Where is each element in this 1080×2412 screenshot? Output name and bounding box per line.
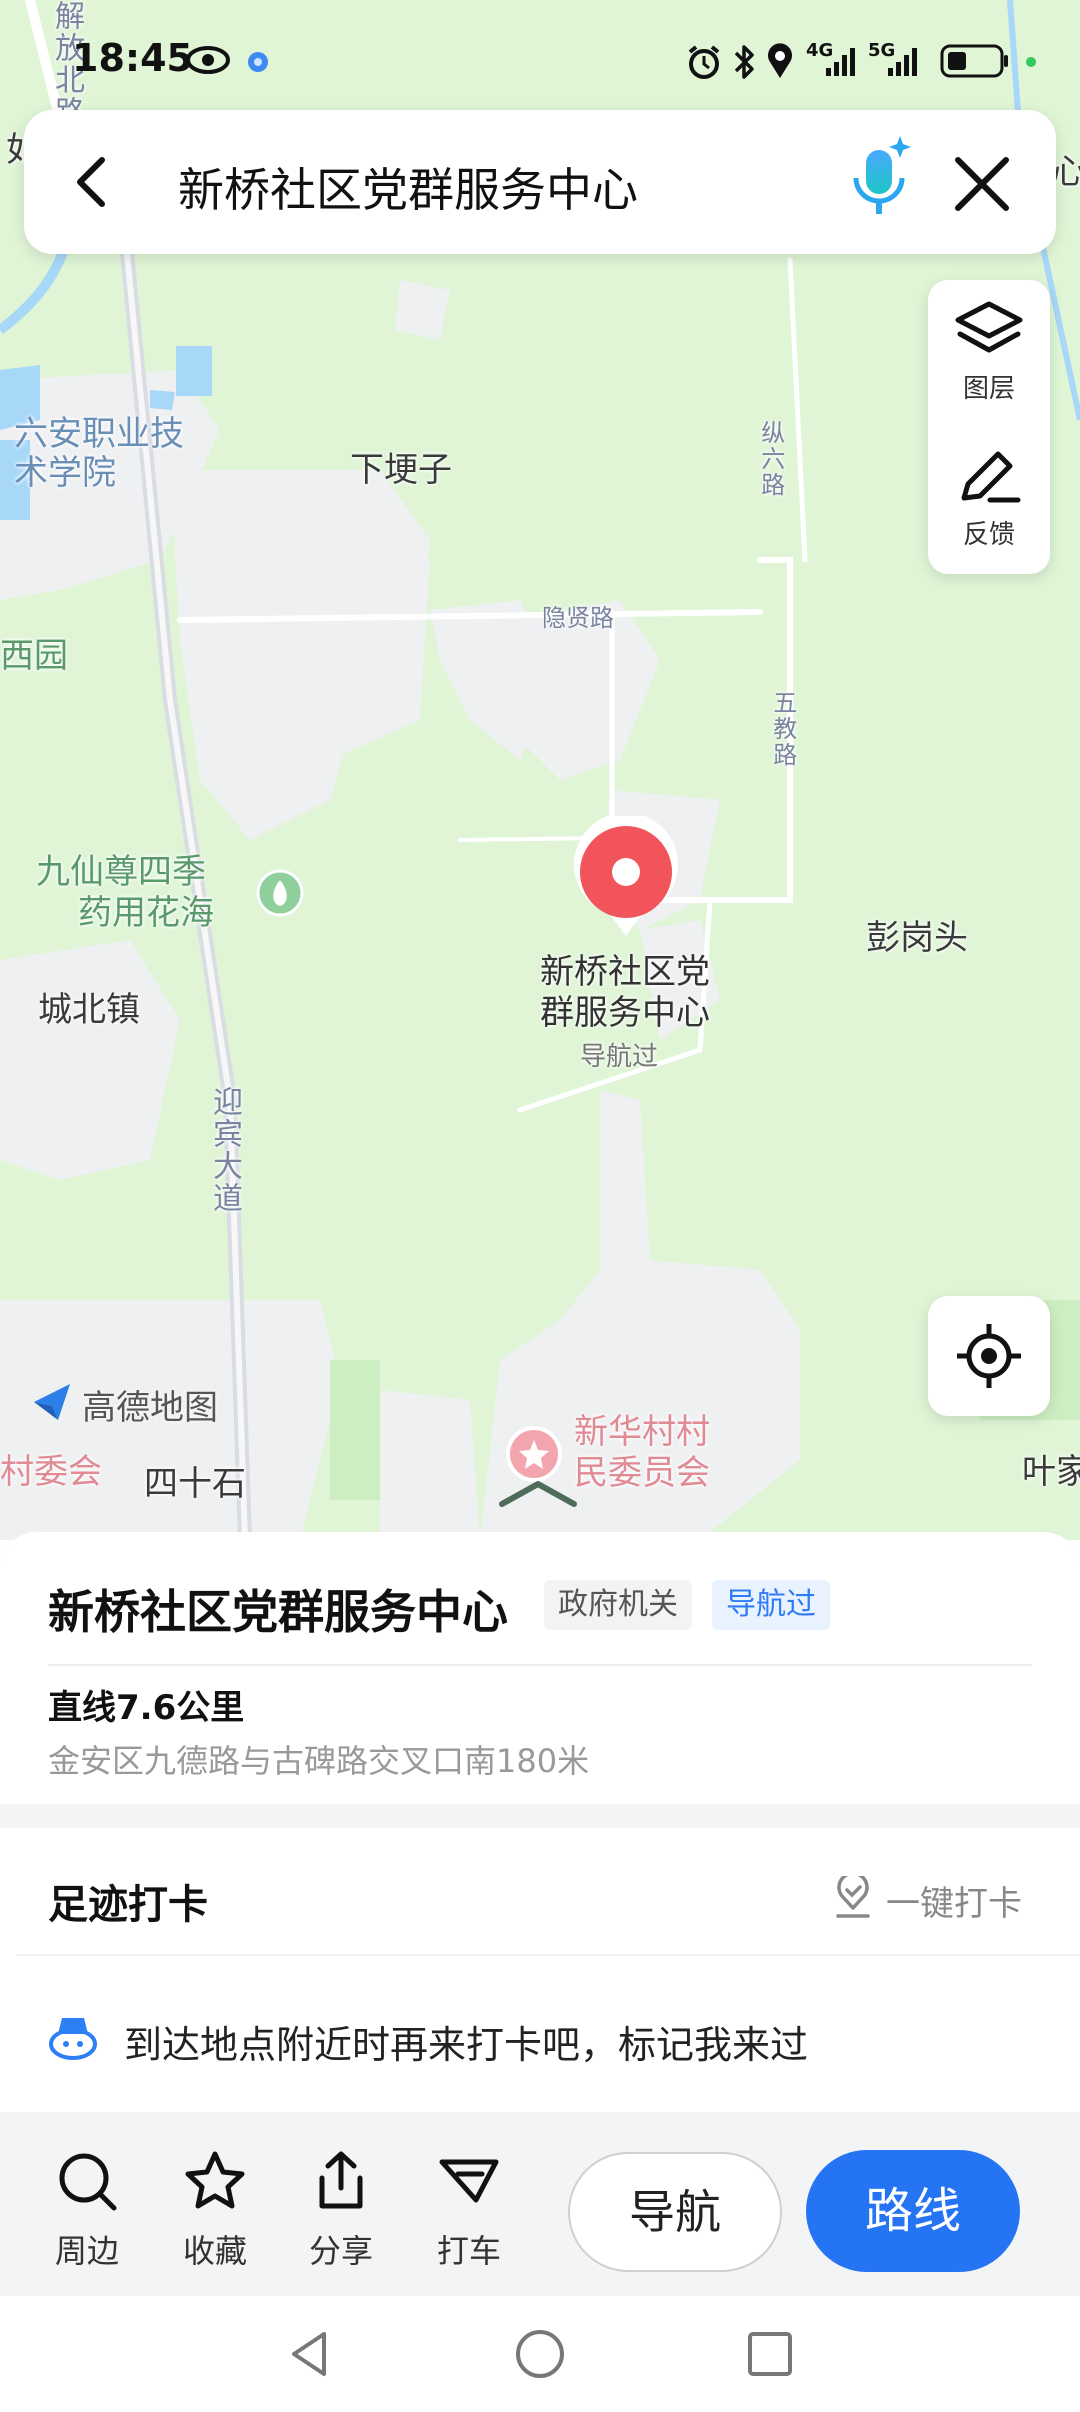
star-icon — [185, 2151, 245, 2209]
status-time: 18:45 — [72, 36, 193, 80]
distance-text: 直线7.6公里 — [48, 1688, 245, 1728]
marker-title: 新桥社区党 群服务中心 — [540, 952, 710, 1033]
feedback-label: 反馈 — [962, 520, 1015, 550]
checkin-message: 到达地点附近时再来打卡吧，标记我来过 — [124, 2023, 809, 2067]
urban-area — [0, 940, 180, 1180]
nav-recents-icon[interactable] — [742, 2326, 798, 2382]
amap-logo-icon — [34, 1384, 70, 1420]
layers-button[interactable]: 图层 — [928, 298, 1050, 426]
poi-marker[interactable] — [504, 1424, 564, 1484]
map-label-sishishi: 四十石 — [144, 1464, 246, 1504]
close-icon[interactable] — [952, 154, 1012, 214]
status-bar: 18:45 4G 5G — [0, 0, 1080, 110]
road-label-yingbin: 迎宾大道 — [207, 1086, 242, 1214]
charging-dot-icon — [1026, 57, 1036, 67]
map-label-cunweihui: 村委会 — [0, 1452, 102, 1492]
place-name: 新桥社区党群服务中心 — [48, 1585, 508, 1639]
signal-icon — [826, 48, 855, 76]
checkin-pin-icon — [836, 1876, 870, 1918]
park-area — [330, 1360, 380, 1500]
road-label-yinxian: 隐贤路 — [542, 604, 614, 632]
taxi-button[interactable]: 打车 — [414, 2148, 524, 2298]
road-label-zongliu: 纵六路 — [756, 420, 785, 498]
location-icon — [768, 43, 792, 78]
road — [787, 257, 808, 563]
bluetooth-icon — [734, 45, 754, 79]
water-area — [150, 390, 175, 410]
taxi-icon — [439, 2159, 499, 2203]
map-label-xiyuan: 西园 — [0, 636, 68, 676]
location-pin-icon — [574, 812, 678, 936]
map-label-xinhua: 新华村村 民委员会 — [574, 1412, 710, 1493]
favorite-label: 收藏 — [182, 2232, 247, 2270]
share-button[interactable]: 分享 — [286, 2148, 396, 2298]
map-label-college: 六安职业技术学院 — [14, 414, 184, 494]
road-label-wujiao: 五教路 — [768, 690, 797, 768]
battery-icon — [940, 44, 1008, 78]
map-label-chengbei: 城北镇 — [38, 990, 140, 1030]
alarm-icon — [688, 45, 720, 79]
map-label-yejia: 叶家 — [1022, 1452, 1080, 1492]
map-label-jiuxian: 九仙尊四季 药用花海 — [36, 852, 214, 933]
star-poi-icon — [506, 1426, 562, 1482]
search-input[interactable]: 新桥社区党群服务中心 — [178, 154, 638, 220]
edit-feedback-icon — [961, 451, 1021, 503]
visited-tag: 导航过 — [712, 1580, 830, 1630]
marker-subtitle: 导航过 — [580, 1042, 659, 1072]
map-label-penggangtou: 彭岗头 — [866, 918, 968, 958]
nav-home-icon[interactable] — [512, 2326, 568, 2382]
map-tool-panel: 图层 反馈 — [928, 280, 1050, 574]
route-button[interactable]: 路线 — [806, 2150, 1020, 2272]
divider — [16, 1954, 1080, 1956]
action-bar: 周边 收藏 分享 打车 导航 路线 — [0, 2116, 1080, 2296]
taxi-label: 打车 — [436, 2232, 501, 2270]
locate-icon — [957, 1324, 1021, 1388]
water-area — [176, 346, 212, 396]
map-label-edge-right: 心 — [1052, 152, 1080, 192]
address-text: 金安区九德路与古碑路交叉口南180米 — [48, 1742, 590, 1780]
eye-icon — [186, 46, 230, 74]
destination-marker[interactable] — [566, 812, 686, 946]
navigate-button[interactable]: 导航 — [568, 2152, 782, 2272]
signal-icon-2 — [888, 48, 917, 76]
amap-logo-text: 高德地图 — [82, 1388, 218, 1428]
mascot-icon — [49, 2018, 97, 2060]
system-navigation-bar — [0, 2296, 1080, 2412]
app-notification-icon — [248, 52, 268, 72]
nearby-label: 周边 — [54, 2232, 119, 2270]
nearby-button[interactable]: 周边 — [32, 2148, 142, 2298]
layers-icon — [955, 301, 1023, 353]
urban-area — [395, 280, 450, 340]
favorite-button[interactable]: 收藏 — [160, 2148, 270, 2298]
search-bar: 新桥社区党群服务中心 — [24, 110, 1056, 254]
locate-me-button[interactable] — [928, 1296, 1050, 1416]
feedback-button[interactable]: 反馈 — [928, 444, 1050, 572]
layers-label: 图层 — [962, 374, 1015, 404]
checkin-title: 足迹打卡 — [48, 1882, 208, 1928]
divider — [48, 1664, 1032, 1666]
place-card[interactable]: 新桥社区党群服务中心 政府机关 导航过 直线7.6公里 金安区九德路与古碑路交叉… — [0, 1532, 1080, 1804]
search-icon — [59, 2153, 117, 2211]
checkin-action-label: 一键打卡 — [886, 1884, 1022, 1924]
chevron-up-icon[interactable] — [496, 1478, 580, 1508]
map-label-xiagengzi: 下埂子 — [350, 450, 452, 490]
category-tag: 政府机关 — [544, 1580, 692, 1630]
urban-area — [380, 1390, 480, 1540]
checkin-card: 足迹打卡 一键打卡 到达地点附近时再来打卡吧，标记我来过 — [0, 1828, 1080, 2112]
share-icon — [319, 2151, 363, 2209]
share-label: 分享 — [308, 2232, 373, 2270]
back-arrow-icon[interactable] — [66, 154, 122, 210]
voice-assistant-icon[interactable] — [842, 134, 922, 230]
nav-back-icon[interactable] — [282, 2326, 338, 2382]
